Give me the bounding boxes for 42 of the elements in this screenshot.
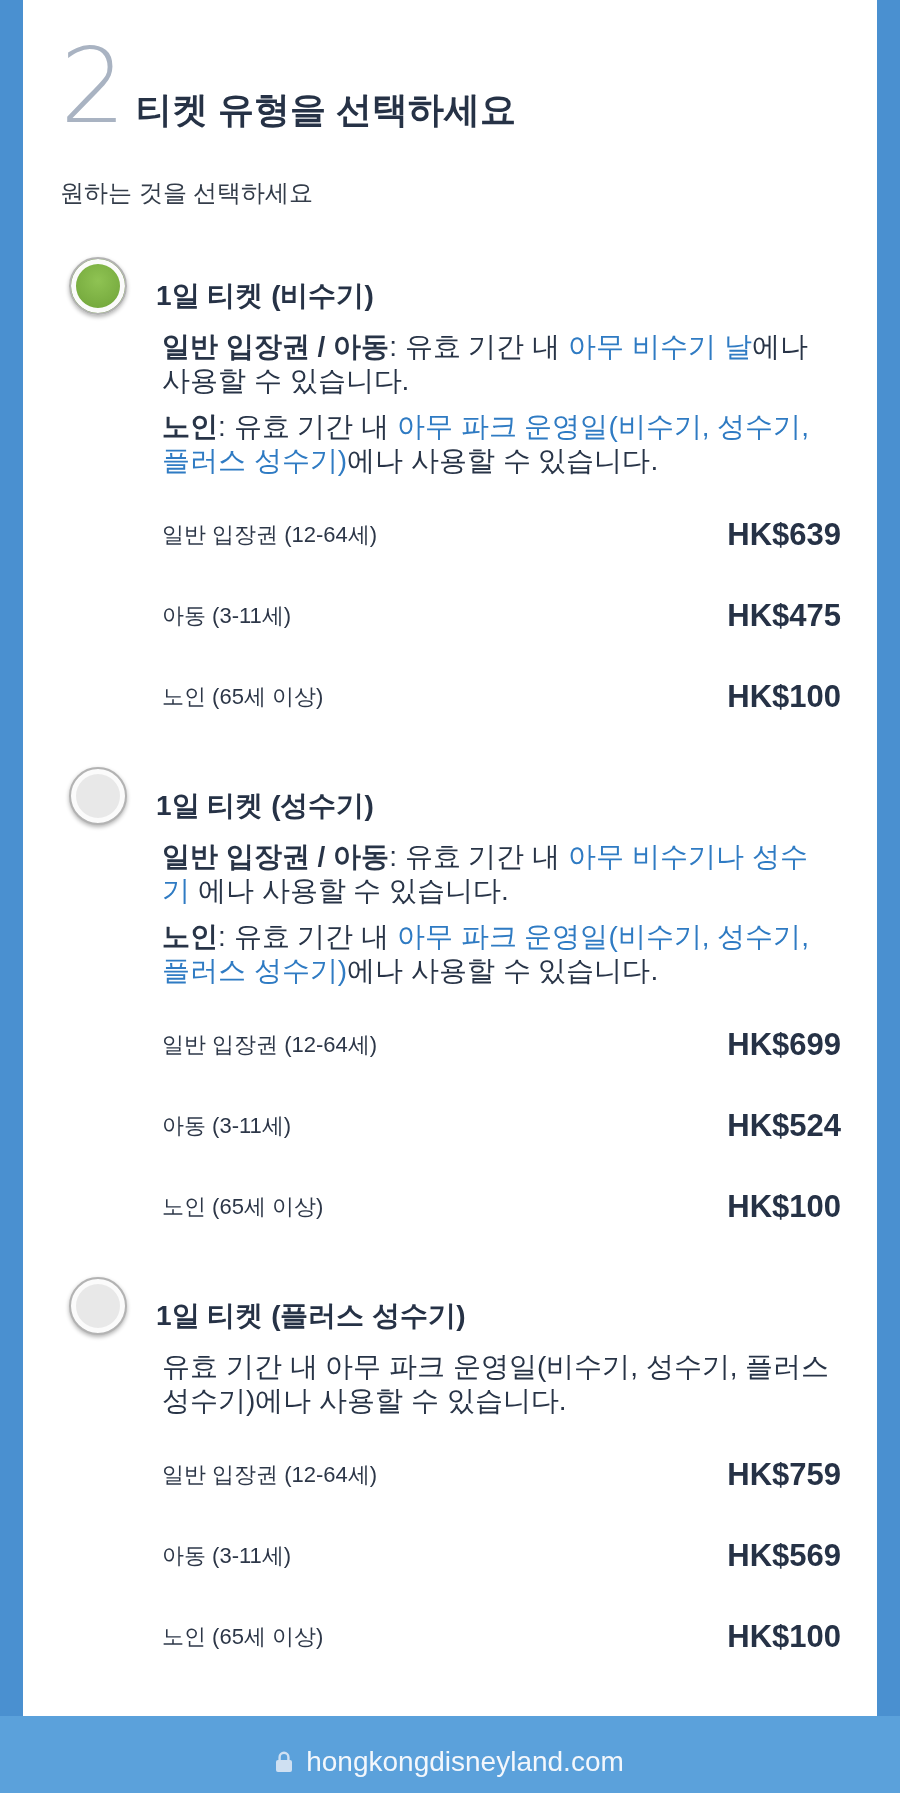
ticket-type-label: 일반 입장권 (12-64세) — [162, 521, 378, 549]
link[interactable]: 아무 비수기 날 — [568, 331, 752, 362]
address-bar[interactable]: hongkongdisneyland.com — [0, 1716, 900, 1793]
description-text: 노인: 유효 기간 내 아무 파크 운영일(비수기, 성수기, 플러스 성수기)에나 사용할 수 있습니다. — [161, 920, 811, 988]
link[interactable]: 플러스 성수기) — [162, 955, 348, 986]
ticket-type-label: 노인 (65세 이상) — [162, 683, 324, 711]
price-text: HK$100 — [727, 1189, 841, 1225]
description-text: 유효 기간 내 아무 파크 운영일(비수기, 성수기, 플러스 성수기)에나 사용할 수 있습니다. — [161, 1350, 831, 1418]
lock-icon — [276, 1751, 293, 1772]
description-text: 일반 입장권 / 아동: 유효 기간 내 아무 비수기 날에나 사용할 수 있습니다. — [161, 330, 809, 398]
ticket-type-label: 노인 (65세 이상) — [162, 1193, 324, 1221]
price-text: HK$100 — [727, 679, 841, 715]
url-text: hongkongdisneyland.com — [306, 1745, 624, 1778]
radio-button[interactable] — [69, 257, 127, 315]
ticket-type-label: 일반 입장권 (12-64세) — [162, 1461, 378, 1489]
link[interactable]: 아무 비수기나 성수 — [568, 841, 808, 872]
ticket-type-label: 아동 (3-11세) — [162, 1112, 292, 1140]
price-text: HK$475 — [727, 598, 841, 634]
option-title: 1일 티켓 (성수기) — [156, 789, 375, 823]
instruction-text: 원하는 것을 선택하세요 — [60, 178, 315, 208]
link[interactable]: 기 — [162, 875, 190, 906]
price-text: HK$524 — [727, 1108, 841, 1144]
radio-button[interactable] — [69, 1277, 127, 1335]
price-text: HK$639 — [727, 517, 841, 553]
step-number: 2 — [60, 34, 127, 138]
price-text: HK$699 — [727, 1027, 841, 1063]
price-text: HK$100 — [727, 1619, 841, 1655]
option-title: 1일 티켓 (비수기) — [156, 279, 375, 313]
ticket-type-label: 아동 (3-11세) — [162, 602, 292, 630]
price-text: HK$759 — [727, 1457, 841, 1493]
price-text: HK$569 — [727, 1538, 841, 1574]
ticket-type-label: 노인 (65세 이상) — [162, 1623, 324, 1651]
step-title: 티켓 유형을 선택하세요 — [136, 88, 517, 132]
option-title: 1일 티켓 (플러스 성수기) — [156, 1299, 467, 1333]
ticket-type-label: 아동 (3-11세) — [162, 1542, 292, 1570]
description-text: 노인: 유효 기간 내 아무 파크 운영일(비수기, 성수기, 플러스 성수기)에나 사용할 수 있습니다. — [161, 410, 811, 478]
ticket-type-label: 일반 입장권 (12-64세) — [162, 1031, 378, 1059]
description-text: 일반 입장권 / 아동: 유효 기간 내 아무 비수기나 성수 기 에나 사용할 수 있습니다. — [161, 840, 809, 908]
link[interactable]: 아무 파크 운영일(비수기, 성수기, — [396, 921, 810, 952]
radio-button[interactable] — [69, 767, 127, 825]
link[interactable]: 플러스 성수기) — [162, 445, 348, 476]
link[interactable]: 아무 파크 운영일(비수기, 성수기, — [396, 411, 810, 442]
